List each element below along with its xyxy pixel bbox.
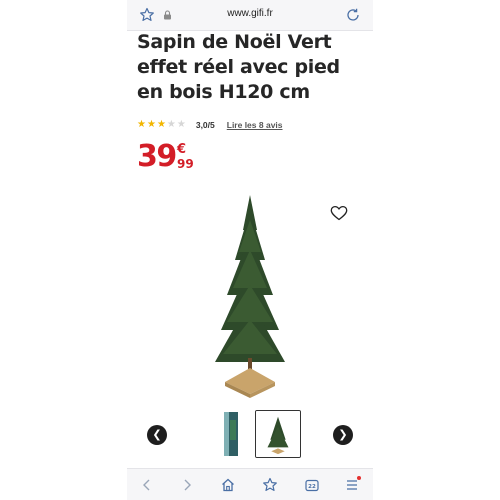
price-currency: € <box>177 142 187 157</box>
reviews-link[interactable]: Lire les 8 avis <box>227 120 283 130</box>
thumbnail-tree-selected[interactable] <box>255 410 301 458</box>
rating-row: ★ ★ ★ ★ ★ 3,0/5 Lire les 8 avis <box>137 118 283 132</box>
gallery-prev-button[interactable]: ❮ <box>147 425 167 445</box>
star-empty-icon: ★ <box>166 119 176 130</box>
browser-url-bar: www.gifi.fr <box>127 0 373 31</box>
tabs-count: 22 <box>308 484 316 490</box>
reload-icon[interactable] <box>345 7 361 23</box>
product-title: Sapin de Noël Vert effet réel avec pied … <box>137 31 340 103</box>
price-cents: 99 <box>177 157 194 171</box>
product-image-christmas-tree <box>215 195 285 398</box>
phone-screen: www.gifi.fr Sapin de Noël Vert effet rée… <box>127 0 373 500</box>
gallery-next-button[interactable]: ❯ <box>333 425 353 445</box>
rating-stars: ★ ★ ★ ★ ★ <box>137 120 186 130</box>
chevron-left-icon: ❮ <box>152 428 162 441</box>
price-integer: 39 <box>137 139 177 174</box>
star-empty-icon: ★ <box>176 119 186 130</box>
star-filled-icon: ★ <box>137 119 146 130</box>
star-filled-icon: ★ <box>156 119 166 130</box>
heart-icon[interactable] <box>330 205 348 221</box>
tabs-icon[interactable]: 22 <box>304 477 320 493</box>
forward-arrow-icon[interactable] <box>179 477 195 493</box>
thumbnail-box[interactable] <box>207 410 253 458</box>
rating-value: 3,0/5 <box>195 120 215 130</box>
home-icon[interactable] <box>220 477 236 493</box>
url-text[interactable]: www.gifi.fr <box>127 8 373 19</box>
star-filled-icon: ★ <box>146 119 156 130</box>
notification-badge <box>357 476 361 480</box>
back-arrow-icon[interactable] <box>139 477 155 493</box>
chevron-right-icon: ❯ <box>338 428 348 441</box>
browser-bottom-bar: 22 <box>127 468 373 500</box>
product-price: 39 € 99 <box>137 139 194 174</box>
bookmarks-star-icon[interactable] <box>262 477 278 493</box>
